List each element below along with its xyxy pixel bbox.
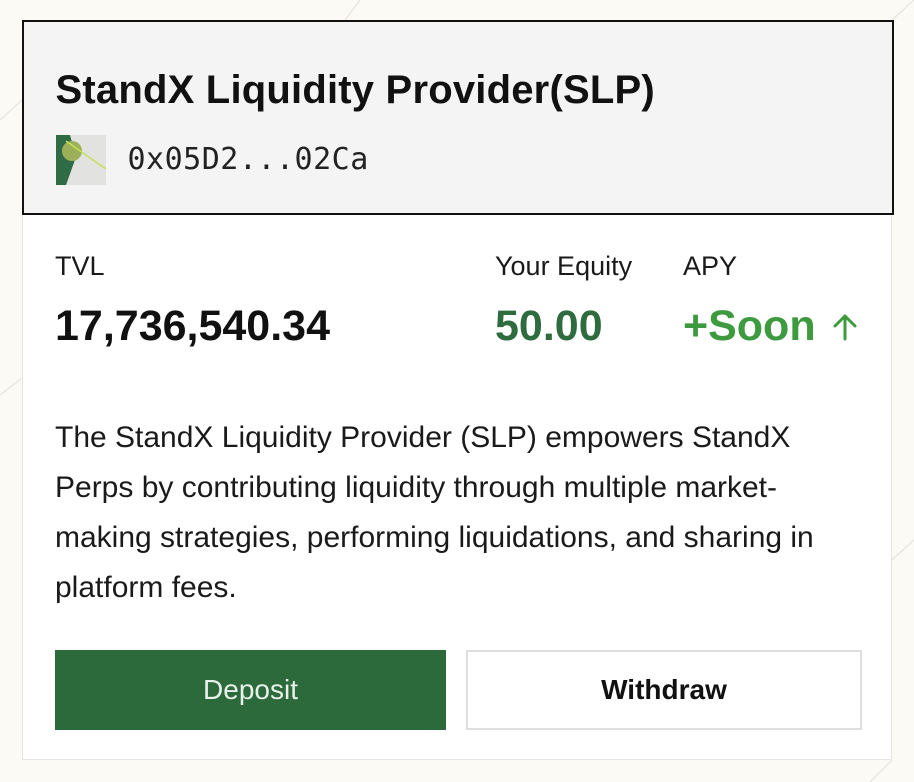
vault-title: StandX Liquidity Provider(SLP) [55, 67, 655, 112]
apy-label: APY [683, 251, 738, 281]
equity-label: Your Equity [495, 251, 633, 281]
vault-description: The StandX Liquidity Provider (SLP) empo… [55, 421, 814, 604]
tvl-stat: TVL 17,736,540.34 [55, 251, 330, 351]
tvl-value: 17,736,540.34 [55, 302, 330, 350]
equity-stat: Your Equity 50.00 [495, 251, 632, 351]
equity-value: 50.00 [495, 302, 603, 350]
wallet-address: 0x05D2...02Ca [127, 142, 369, 177]
deposit-button-label: Deposit [203, 674, 298, 705]
withdraw-button[interactable]: Withdraw [466, 650, 862, 730]
vault-address-row: 0x05D2...02Ca [55, 134, 369, 185]
address-avatar-icon [55, 134, 106, 185]
apy-value-row: +Soon [683, 302, 860, 351]
vault-header: StandX Liquidity Provider(SLP) 0x05D2...… [21, 19, 894, 215]
apy-stat: APY +Soon [683, 251, 860, 351]
withdraw-button-label: Withdraw [601, 674, 727, 705]
arrow-up-icon [833, 314, 857, 340]
slp-vault-card: StandX Liquidity Provider(SLP) 0x05D2...… [21, 19, 894, 760]
apy-value: +Soon [683, 302, 816, 350]
deposit-button[interactable]: Deposit [55, 650, 446, 730]
tvl-label: TVL [55, 251, 105, 281]
